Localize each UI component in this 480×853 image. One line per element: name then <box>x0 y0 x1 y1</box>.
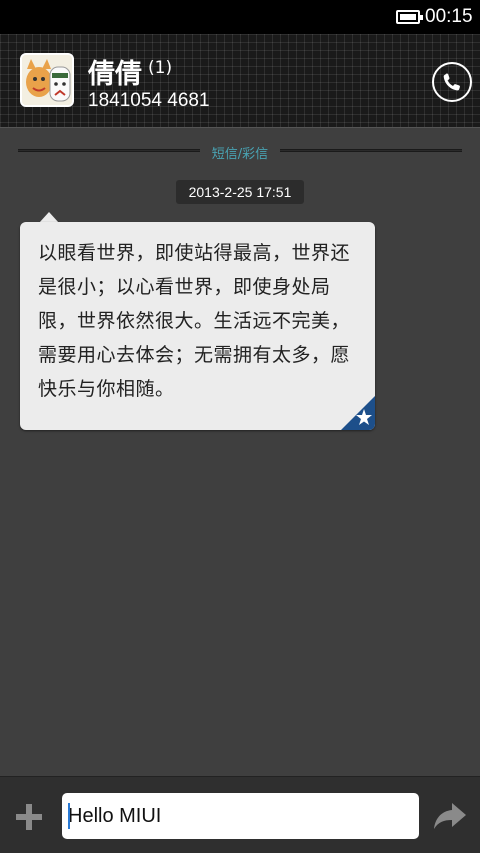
unread-count: (1) <box>148 58 173 78</box>
call-button[interactable] <box>432 62 472 102</box>
message-type-label: 短信/彩信 <box>211 147 269 162</box>
send-button[interactable] <box>432 799 468 833</box>
text-cursor <box>68 803 70 829</box>
avatar-image <box>22 55 72 105</box>
message-text: 以眼看世界，即使站得最高，世界还是很小；以心看世界，即使身处局限，世界依然很大。… <box>38 242 351 400</box>
divider-line-right <box>280 149 462 152</box>
star-icon <box>341 396 375 430</box>
compose-bar <box>0 776 480 853</box>
message-input[interactable] <box>62 793 419 839</box>
message-bubble[interactable]: 以眼看世界，即使站得最高，世界还是很小；以心看世界，即使身处局限，世界依然很大。… <box>20 222 375 430</box>
message-timestamp: 2013-2-25 17:51 <box>176 180 304 204</box>
status-bar: 00:15 <box>0 0 480 34</box>
contact-avatar[interactable] <box>20 53 74 107</box>
phone-icon <box>443 73 460 91</box>
send-arrow-icon <box>434 803 466 829</box>
conversation-header: 倩倩 (1) 1841054 4681 <box>0 34 480 128</box>
battery-icon <box>396 10 423 24</box>
contact-name: 倩倩 <box>88 59 142 90</box>
status-clock: 00:15 <box>425 6 473 27</box>
add-attachment-button[interactable] <box>14 802 44 832</box>
contact-phone-number: 1841054 4681 <box>88 90 210 111</box>
divider-line-left <box>18 149 200 152</box>
